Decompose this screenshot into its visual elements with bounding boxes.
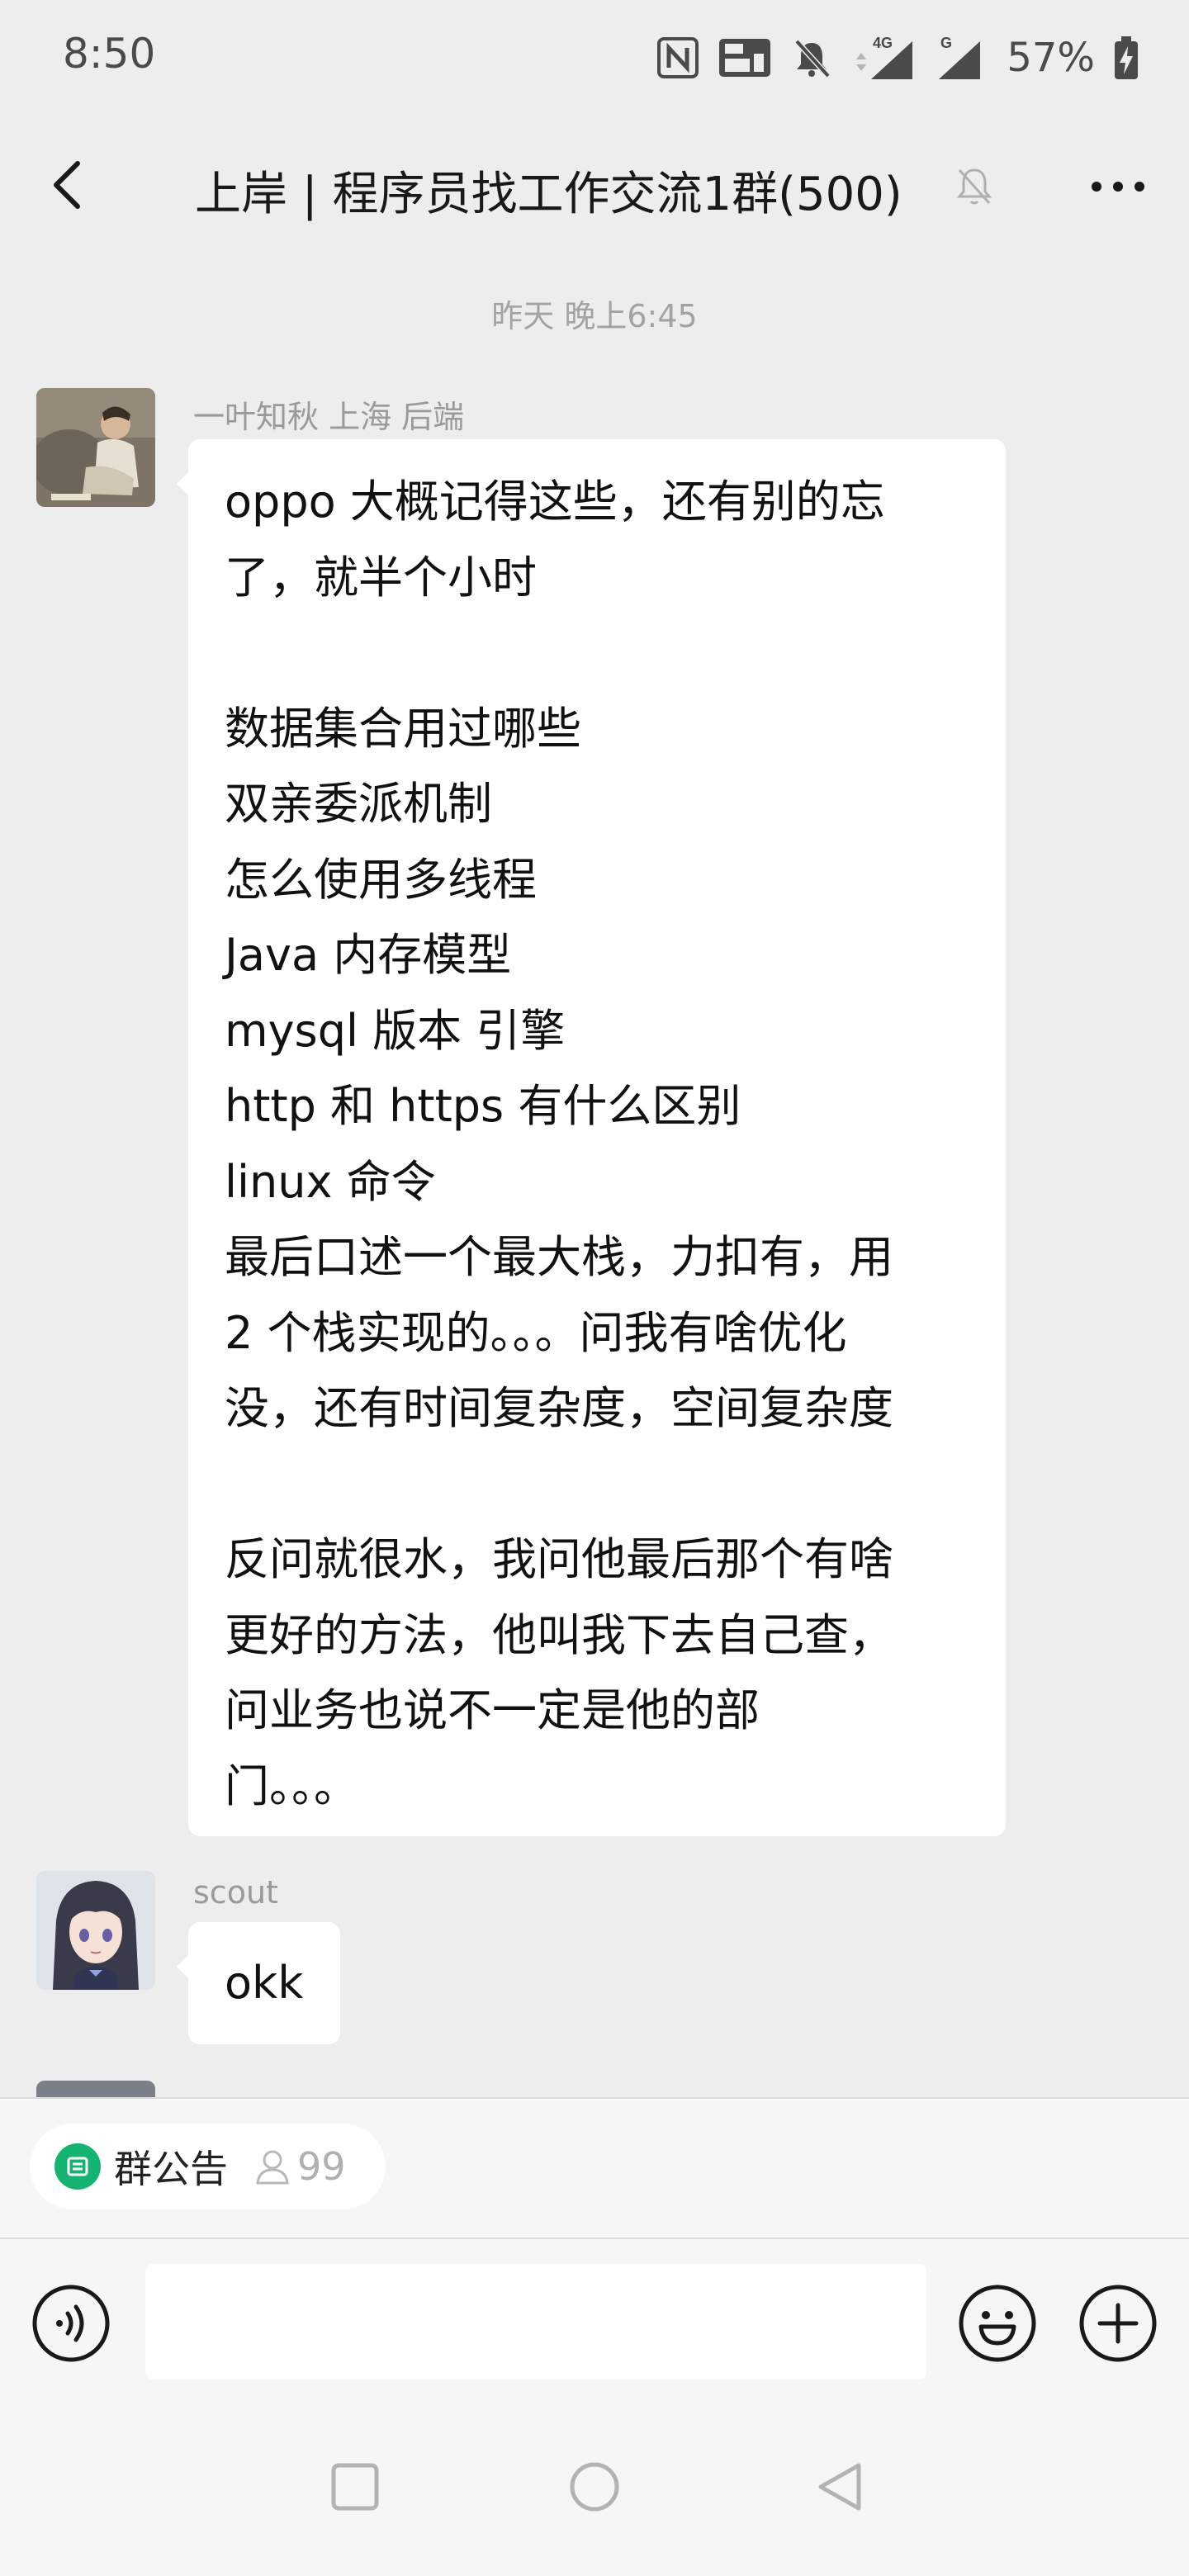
home-button[interactable] — [566, 2460, 623, 2517]
message-line: 双亲委派机制 — [225, 778, 492, 830]
more-dots-icon — [1092, 182, 1144, 192]
notice-icon — [54, 2143, 101, 2190]
member-count-value: 99 — [297, 2144, 346, 2189]
message-line: 没，还有时间复杂度，空间复杂度 — [225, 1382, 893, 1434]
message-line: 2 个栈实现的。。。问我有啥优化 — [225, 1306, 847, 1359]
triangle-back-icon — [818, 2463, 861, 2511]
battery-percent: 57% — [1007, 35, 1095, 81]
back-button[interactable] — [33, 150, 102, 220]
square-icon — [331, 2463, 379, 2511]
message-line: Java 内存模型 — [225, 929, 512, 981]
message-text: okk — [188, 1922, 340, 2044]
member-count: 99 — [251, 2144, 346, 2189]
status-time: 8:50 — [63, 30, 156, 78]
message-timestamp: 昨天 晚上6:45 — [491, 298, 698, 334]
message-bubble[interactable]: oppo 大概记得这些，还有别的忘 了，就半个小时 数据集合用过哪些 双亲委派机… — [177, 439, 1006, 1836]
group-notice-bar: 群公告 99 — [0, 2097, 1189, 2237]
sender-name: 一叶知秋 上海 后端 — [193, 399, 465, 435]
avatar[interactable] — [36, 1871, 155, 1990]
message-bubble[interactable]: okk — [177, 1922, 340, 2044]
message-text: oppo 大概记得这些，还有别的忘 了，就半个小时 数据集合用过哪些 双亲委派机… — [188, 439, 1006, 1849]
recent-apps-button[interactable] — [329, 2460, 381, 2517]
status-bar: 8:50 4G G 57% — [0, 0, 1189, 116]
input-bar — [0, 2237, 1189, 2403]
message-line: 问业务也说不一定是他的部 — [225, 1684, 760, 1736]
person-icon — [256, 2150, 289, 2185]
emoji-button[interactable] — [958, 2284, 1037, 2366]
nfc-icon — [657, 37, 699, 78]
chat-title: 上岸 | 程序员找工作交流1群(500) — [195, 168, 902, 221]
voice-icon — [32, 2285, 110, 2362]
message-line: 了，就半个小时 — [225, 551, 537, 604]
message-line: oppo 大概记得这些，还有别的忘 — [225, 476, 885, 528]
message-line: 怎么使用多线程 — [225, 853, 537, 906]
message-line: 反问就很水，我问他最后那个有啥 — [225, 1533, 893, 1585]
message-line: 门。。。 — [225, 1759, 358, 1812]
system-nav-bar — [0, 2403, 1189, 2576]
signal2-label: G — [940, 35, 952, 51]
circle-icon — [570, 2462, 619, 2512]
muted-notification-icon — [956, 168, 992, 205]
volte-icon — [719, 39, 771, 77]
more-functions-button[interactable] — [1078, 2284, 1158, 2366]
message-line: okk — [225, 1957, 304, 2009]
chat-screen: 8:50 4G G 57% 上岸 | 程序员找工作交流1群(500) 昨天 晚上… — [0, 0, 1189, 2576]
title-bar: 上岸 | 程序员找工作交流1群(500) — [0, 124, 1189, 248]
document-icon — [67, 2157, 88, 2176]
back-nav-button[interactable] — [812, 2460, 865, 2517]
voice-input-button[interactable] — [31, 2284, 111, 2366]
message-line — [225, 1447, 973, 1522]
message-line — [225, 615, 973, 691]
chevron-left-icon — [54, 161, 80, 209]
anime-girl-avatar — [36, 1871, 155, 1990]
partial-avatar — [36, 2081, 155, 2097]
message-line: 更好的方法，他叫我下去自己查， — [225, 1608, 893, 1661]
message-line: 最后口述一个最大栈，力扣有，用 — [225, 1231, 893, 1283]
group-notice-button[interactable]: 群公告 99 — [30, 2124, 386, 2209]
sender-name: scout — [193, 1874, 278, 1911]
message-line: 数据集合用过哪些 — [225, 702, 581, 755]
mute-bell-icon — [794, 39, 831, 78]
message-line: http 和 https 有什么区别 — [225, 1080, 741, 1132]
battery-charging-icon — [1115, 36, 1138, 79]
signal-icon: G — [939, 35, 981, 79]
avatar[interactable] — [36, 388, 155, 507]
signal-4g-icon: 4G — [856, 35, 913, 79]
message-input[interactable] — [145, 2264, 926, 2379]
avatar[interactable] — [36, 2081, 155, 2097]
smiley-icon — [959, 2285, 1036, 2362]
more-options-button[interactable] — [1078, 154, 1158, 220]
notice-label: 群公告 — [114, 2147, 228, 2191]
status-icons: 4G G 57% — [656, 25, 1139, 91]
user-photo-avatar — [36, 388, 155, 507]
plus-icon — [1079, 2285, 1157, 2362]
network-label: 4G — [873, 35, 893, 51]
message-line: linux 命令 — [225, 1155, 436, 1208]
message-line: mysql 版本 引擎 — [225, 1004, 566, 1057]
